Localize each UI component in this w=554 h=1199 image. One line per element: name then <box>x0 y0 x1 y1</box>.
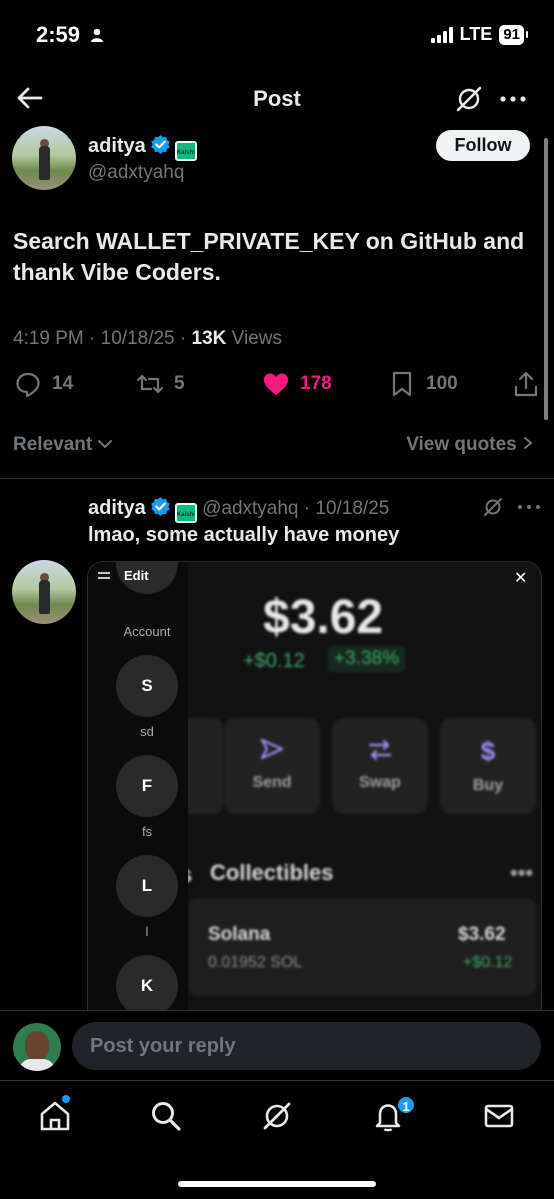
account-avatar: F <box>116 755 178 817</box>
reply-action[interactable]: 14 <box>14 370 73 398</box>
sort-dropdown[interactable]: Relevant <box>13 434 113 456</box>
bookmark-icon <box>392 371 412 397</box>
status-indicators: LTE 91 <box>430 24 528 45</box>
reply-date: 10/18/25 <box>315 498 390 519</box>
author-avatar[interactable] <box>12 126 76 190</box>
reply-composer <box>0 1010 554 1080</box>
repost-action[interactable]: 5 <box>136 370 185 398</box>
wallet-swap-tile: Swap <box>332 718 428 814</box>
grok-icon[interactable] <box>260 1099 294 1133</box>
edit-label: Edit <box>124 568 149 583</box>
account-label: Account <box>123 624 171 639</box>
reply-author-name: aditya <box>88 497 146 519</box>
wallet-delta: +$0.12 <box>243 650 305 672</box>
swap-icon <box>368 739 392 761</box>
share-icon <box>514 371 538 397</box>
verified-badge-icon <box>150 134 170 155</box>
current-user-avatar[interactable] <box>13 1023 61 1071</box>
account-label: l <box>145 924 149 939</box>
network-label: LTE <box>459 24 493 44</box>
post-meta: 4:19 PM · 10/18/25 · 13K Views <box>13 328 282 349</box>
more-options-icon[interactable] <box>498 84 528 114</box>
wallet-delta-pct: +3.38% <box>328 646 405 672</box>
repost-count: 5 <box>174 373 185 394</box>
section-more-icon: ••• <box>510 860 534 885</box>
reply-handle: @adxtyahq <box>202 498 299 519</box>
more-options-icon[interactable] <box>516 496 542 518</box>
post-time: 4:19 PM <box>13 328 84 349</box>
messages-icon[interactable] <box>482 1099 516 1133</box>
token-name: Solana <box>208 924 271 945</box>
account-label: sd <box>140 724 154 739</box>
post-actions: 14 5 178 100 <box>0 370 554 406</box>
follow-button[interactable]: Follow <box>436 130 530 161</box>
bookmark-action[interactable]: 100 <box>388 370 458 398</box>
home-notification-dot <box>62 1095 70 1103</box>
affiliate-badge: Kalshi <box>174 141 197 161</box>
views-count: 13K <box>191 328 227 349</box>
reply-count: 14 <box>52 373 74 394</box>
search-icon[interactable] <box>149 1099 183 1133</box>
account-label: fs <box>141 824 153 839</box>
scrollbar[interactable] <box>544 138 548 420</box>
reply-media-image[interactable]: $3.62 +$0.12 +3.38% e Send Swap $Buy s C… <box>87 561 542 1011</box>
view-quotes-link[interactable]: View quotes <box>406 434 534 456</box>
wallet-account-sidebar: Edit Account S sd F fs L l K <box>88 562 188 1011</box>
status-time: 2:59 <box>36 22 105 48</box>
bookmark-count: 100 <box>426 373 458 394</box>
account-avatar: K <box>116 955 178 1011</box>
like-action[interactable]: 178 <box>262 370 332 398</box>
reply-author-avatar[interactable] <box>12 560 76 624</box>
divider <box>0 478 554 479</box>
account-avatar: L <box>116 855 178 917</box>
grok-icon[interactable] <box>454 84 484 114</box>
home-indicator[interactable] <box>178 1181 376 1187</box>
reply-icon <box>16 372 40 398</box>
reply-text: lmao, some actually have money <box>88 524 400 546</box>
battery-icon: 91 <box>499 24 528 45</box>
wallet-send-tile: Send <box>224 718 320 814</box>
token-delta: +$0.12 <box>463 954 513 971</box>
like-count: 178 <box>300 373 332 394</box>
signal-icon <box>430 26 453 43</box>
reply-input[interactable] <box>72 1022 541 1070</box>
token-row <box>188 898 536 996</box>
wallet-buy-tile: $ Buy <box>440 718 536 814</box>
grok-icon[interactable] <box>482 496 504 518</box>
post-text: Search WALLET_PRIVATE_KEY on GitHub and … <box>13 228 525 285</box>
home-icon[interactable] <box>38 1099 72 1133</box>
author-name[interactable]: aditya Kalshi <box>88 134 197 161</box>
author-handle[interactable]: @adxtyahq <box>88 162 184 184</box>
account-avatar: S <box>116 655 178 717</box>
token-amount: 0.01952 SOL <box>208 954 303 971</box>
repost-icon <box>136 374 164 394</box>
dollar-icon: $ <box>480 736 496 766</box>
verified-badge-icon <box>150 496 170 517</box>
menu-icon <box>98 572 110 579</box>
top-bar: Post <box>0 70 554 128</box>
reply-header: aditya Kalshi @adxtyahq · 10/18/25 <box>88 496 389 523</box>
affiliate-badge: Kalshi <box>174 503 197 523</box>
post-date: 10/18/25 <box>100 328 175 349</box>
section-title: Collectibles <box>210 860 334 885</box>
views-label: Views <box>231 328 282 349</box>
chevron-right-icon <box>524 437 533 449</box>
close-icon: ✕ <box>514 570 528 587</box>
share-action[interactable] <box>512 370 540 398</box>
person-icon <box>91 28 104 42</box>
send-icon <box>260 738 284 760</box>
heart-filled-icon <box>264 373 288 395</box>
chevron-down-icon <box>98 440 113 449</box>
token-value: $3.62 <box>458 924 506 945</box>
wallet-balance: $3.62 <box>263 591 384 644</box>
notification-badge: 1 <box>396 1095 416 1115</box>
